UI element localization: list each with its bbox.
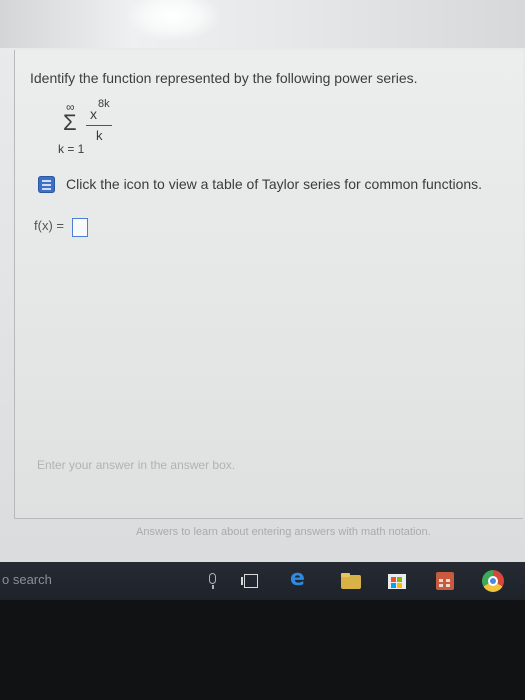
calculator-icon[interactable] [434, 570, 456, 592]
denominator: k [96, 128, 103, 143]
sum-lower-limit: k = 1 [58, 142, 85, 156]
taskbar-search[interactable]: o search [2, 572, 52, 587]
answer-input[interactable] [72, 218, 88, 237]
taskbar: o search e [0, 562, 525, 600]
monitor-bezel [0, 600, 525, 700]
status-message: Enter your answer in the answer box. [37, 458, 236, 472]
fraction-bar [86, 125, 112, 126]
microphone-icon[interactable] [202, 570, 224, 592]
sigma-symbol: Σ [63, 110, 77, 135]
table-icon[interactable] [38, 176, 55, 193]
help-link[interactable]: Answers to learn about entering answers … [136, 525, 466, 539]
chrome-icon[interactable] [482, 570, 504, 592]
screen-glare [0, 0, 525, 48]
answer-label: f(x) = [34, 218, 64, 233]
hint-text: Click the icon to view a table of Taylor… [66, 176, 483, 192]
power-series: ∞ Σ k = 1 x 8k k [58, 96, 148, 160]
task-view-icon[interactable] [240, 570, 262, 592]
question-prompt: Identify the function represented by the… [30, 70, 418, 86]
file-explorer-icon[interactable] [340, 570, 362, 592]
store-icon[interactable] [386, 570, 408, 592]
light-reflection [128, 0, 218, 40]
numerator-base: x [90, 106, 97, 122]
screen: Identify the function represented by the… [0, 0, 525, 562]
edge-icon[interactable]: e [290, 566, 312, 591]
numerator-exponent: 8k [98, 98, 110, 110]
